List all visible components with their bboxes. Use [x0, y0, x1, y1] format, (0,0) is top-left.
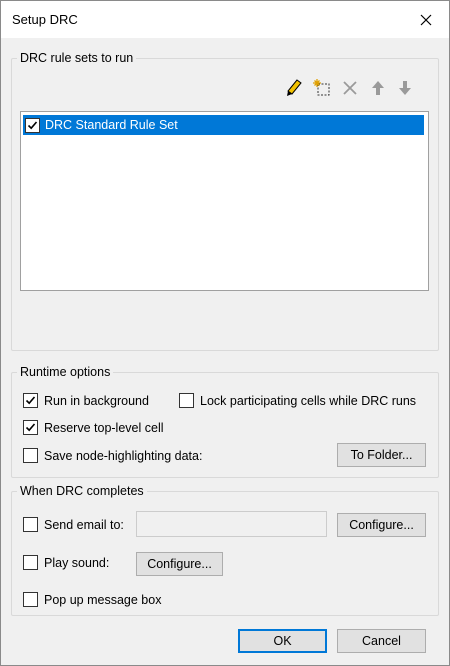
- move-up-button[interactable]: [367, 77, 389, 99]
- play-sound-label: Play sound:: [44, 555, 110, 570]
- popup-message-label: Pop up message box: [44, 592, 162, 607]
- save-node-highlighting-box[interactable]: [23, 448, 38, 463]
- rule-sets-list[interactable]: DRC Standard Rule Set: [20, 111, 429, 291]
- run-in-background-label: Run in background: [44, 393, 149, 408]
- send-email-label: Send email to:: [44, 517, 124, 532]
- move-down-arrow-icon: [399, 81, 411, 95]
- lock-cells-box[interactable]: [179, 393, 194, 408]
- close-button[interactable]: [403, 1, 449, 38]
- rule-set-label: DRC Standard Rule Set: [45, 118, 178, 132]
- save-node-highlighting-label: Save node-highlighting data:: [44, 448, 203, 463]
- checkmark-icon: [27, 121, 38, 130]
- rule-sets-legend: DRC rule sets to run: [20, 51, 134, 65]
- edit-pencil-icon: [287, 79, 302, 96]
- popup-message-checkbox[interactable]: Pop up message box: [23, 592, 161, 607]
- send-email-checkbox[interactable]: Send email to:: [23, 517, 124, 532]
- checkmark-icon: [25, 423, 36, 432]
- rule-set-checkbox[interactable]: [25, 118, 40, 133]
- email-address-field[interactable]: [136, 511, 327, 537]
- title-bar: Setup DRC: [1, 1, 449, 38]
- reserve-top-level-label: Reserve top-level cell: [44, 420, 164, 435]
- ok-button[interactable]: OK: [238, 629, 327, 653]
- lock-cells-label: Lock participating cells while DRC runs: [200, 393, 417, 408]
- checkmark-icon: [25, 396, 36, 405]
- new-rule-set-button[interactable]: [311, 77, 333, 99]
- email-configure-button[interactable]: Configure...: [337, 513, 426, 537]
- cancel-button[interactable]: Cancel: [337, 629, 426, 653]
- sound-configure-button[interactable]: Configure...: [136, 552, 223, 576]
- when-drc-completes-legend: When DRC completes: [20, 484, 144, 498]
- runtime-options-legend: Runtime options: [20, 365, 111, 379]
- list-item[interactable]: DRC Standard Rule Set: [23, 115, 424, 135]
- save-node-highlighting-checkbox[interactable]: Save node-highlighting data:: [23, 448, 202, 463]
- close-icon: [420, 14, 432, 25]
- reserve-top-level-checkbox[interactable]: Reserve top-level cell: [23, 420, 164, 435]
- new-rule-set-icon: [313, 79, 330, 96]
- delete-x-icon: [343, 81, 357, 95]
- setup-drc-dialog: Setup DRC DRC rule sets to run DRC Stand…: [0, 0, 450, 666]
- delete-rule-set-button[interactable]: [339, 77, 361, 99]
- play-sound-checkbox[interactable]: Play sound:: [23, 555, 109, 570]
- send-email-box[interactable]: [23, 517, 38, 532]
- edit-rule-set-button[interactable]: [283, 77, 305, 99]
- popup-message-box[interactable]: [23, 592, 38, 607]
- move-down-button[interactable]: [394, 77, 416, 99]
- play-sound-box[interactable]: [23, 555, 38, 570]
- to-folder-button[interactable]: To Folder...: [337, 443, 426, 467]
- move-up-arrow-icon: [372, 81, 384, 95]
- run-in-background-checkbox[interactable]: Run in background: [23, 393, 149, 408]
- dialog-title: Setup DRC: [12, 12, 78, 27]
- lock-cells-checkbox[interactable]: Lock participating cells while DRC runs: [179, 393, 416, 408]
- reserve-top-level-box[interactable]: [23, 420, 38, 435]
- run-in-background-box[interactable]: [23, 393, 38, 408]
